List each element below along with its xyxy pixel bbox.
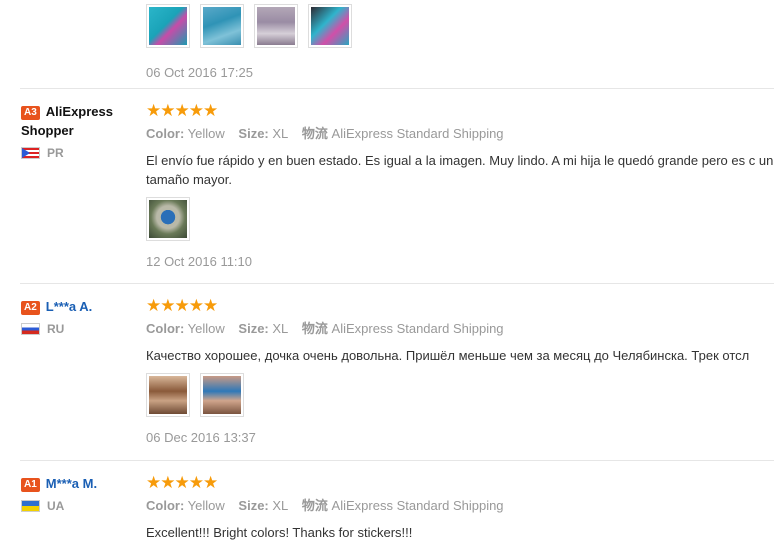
shipping-label: 物流	[301, 498, 328, 513]
reviewer-country: RU	[21, 322, 136, 336]
review-photo-thumb[interactable]	[200, 4, 244, 48]
color-value: Yellow	[187, 126, 225, 141]
review-photo-thumb[interactable]	[146, 373, 190, 417]
size-label: Size:	[238, 321, 269, 336]
review-divider	[20, 460, 774, 461]
star-rating: ★★★★★	[146, 473, 218, 492]
reviewer-info: A3 AliExpress Shopper PR	[21, 102, 136, 160]
review-photos	[146, 197, 774, 241]
star-rating: ★★★★★	[146, 101, 218, 120]
color-label: Color:	[146, 498, 185, 513]
review-photo-thumb[interactable]	[200, 373, 244, 417]
review-date: 06 Dec 2016 13:37	[146, 430, 256, 445]
color-value: Yellow	[187, 498, 225, 513]
color-value: Yellow	[187, 321, 225, 336]
size-value: XL	[272, 321, 289, 336]
review-divider	[20, 283, 774, 284]
size-value: XL	[272, 126, 289, 141]
review-photo-thumb[interactable]	[308, 4, 352, 48]
reviewer-country: PR	[21, 146, 136, 160]
reviewer-name[interactable]: L***a A.	[46, 299, 92, 314]
star-rating: ★★★★★	[146, 296, 218, 315]
size-label: Size:	[238, 126, 269, 141]
reviewer-info: A1 M***a M. UA	[21, 474, 136, 513]
country-code: UA	[47, 499, 65, 513]
review-photos	[146, 4, 774, 48]
review-divider	[20, 88, 774, 89]
buyer-level-badge: A2	[21, 301, 40, 315]
shipping-value: AliExpress Standard Shipping	[331, 321, 504, 336]
flag-ru-icon	[21, 323, 40, 335]
order-info: Color: Yellow Size: XL 物流 AliExpress Sta…	[146, 321, 774, 337]
review-text: Качество хорошее, дочка очень довольна. …	[146, 348, 750, 363]
buyer-level-badge: A3	[21, 106, 40, 120]
reviewer-country: UA	[21, 499, 136, 513]
buyer-level-badge: A1	[21, 478, 40, 492]
review-date: 06 Oct 2016 17:25	[146, 65, 253, 80]
review-date: 12 Oct 2016 11:10	[146, 254, 253, 269]
color-label: Color:	[146, 126, 185, 141]
reviewer-info: A2 L***a A. RU	[21, 297, 136, 336]
review-photo-thumb[interactable]	[146, 197, 190, 241]
reviewer-name[interactable]: M***a M.	[46, 476, 97, 491]
country-code: PR	[47, 146, 64, 160]
review-text: Excellent!!! Bright colors! Thanks for s…	[146, 525, 413, 540]
shipping-value: AliExpress Standard Shipping	[331, 498, 504, 513]
review-photo-thumb[interactable]	[146, 4, 190, 48]
shipping-value: AliExpress Standard Shipping	[331, 126, 504, 141]
flag-ua-icon	[21, 500, 40, 512]
review-photos	[146, 373, 774, 417]
order-info: Color: Yellow Size: XL 物流 AliExpress Sta…	[146, 498, 774, 514]
size-label: Size:	[238, 498, 269, 513]
flag-pr-icon	[21, 147, 40, 159]
size-value: XL	[272, 498, 289, 513]
review-text: El envío fue rápido y en buen estado. Es…	[146, 153, 774, 187]
shipping-label: 物流	[301, 126, 328, 141]
country-code: RU	[47, 322, 65, 336]
shipping-label: 物流	[301, 321, 328, 336]
color-label: Color:	[146, 321, 185, 336]
order-info: Color: Yellow Size: XL 物流 AliExpress Sta…	[146, 126, 774, 142]
review-photo-thumb[interactable]	[254, 4, 298, 48]
